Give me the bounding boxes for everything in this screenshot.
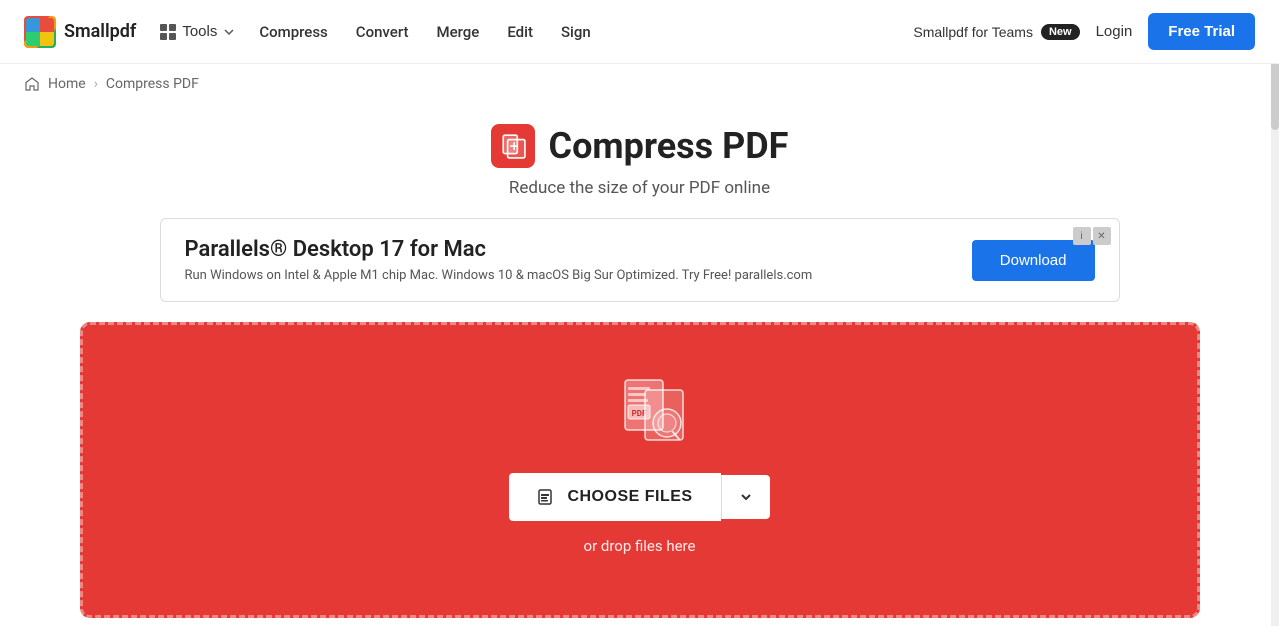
page-subtitle: Reduce the size of your PDF online [509,178,770,198]
nav-links: Compress Convert Merge Edit Sign [259,23,590,41]
scrollbar[interactable] [1271,0,1279,626]
teams-label: Smallpdf for Teams [913,24,1033,40]
login-button[interactable]: Login [1096,23,1133,40]
main-content: Compress PDF Reduce the size of your PDF… [0,104,1279,618]
free-trial-button[interactable]: Free Trial [1148,13,1255,50]
ad-close-button[interactable]: ✕ [1093,227,1111,245]
ad-download-button[interactable]: Download [972,240,1095,281]
ad-title: Parallels® Desktop 17 for Mac [185,237,813,262]
tools-label: Tools [182,23,217,40]
ad-close-buttons: i ✕ [1073,227,1111,245]
ad-content: Parallels® Desktop 17 for Mac Run Window… [185,237,813,283]
navbar-left: Smallpdf Tools Compress Convert Merge Ed… [24,16,591,48]
ad-banner: Parallels® Desktop 17 for Mac Run Window… [160,218,1120,302]
sign-link[interactable]: Sign [561,23,591,41]
ad-info-button[interactable]: i [1073,227,1091,245]
upload-icon [537,487,557,507]
choose-files-label: CHOOSE FILES [567,488,692,506]
home-icon [24,76,40,92]
choose-files-row: CHOOSE FILES [509,473,769,521]
breadcrumb-separator: › [94,76,98,92]
page-title: Compress PDF [549,125,789,167]
breadcrumb: Home › Compress PDF [0,64,1279,104]
compress-pdf-icon [491,124,535,168]
logo-text: Smallpdf [64,21,136,42]
choose-files-dropdown[interactable] [721,475,770,519]
logo[interactable]: Smallpdf [24,16,136,48]
dropdown-chevron-icon [738,489,754,505]
teams-button[interactable]: Smallpdf for Teams New [913,24,1079,40]
merge-link[interactable]: Merge [436,23,479,41]
page-title-section: Compress PDF Reduce the size of your PDF… [491,124,789,198]
logo-icon [24,16,56,48]
edit-link[interactable]: Edit [507,23,533,41]
ad-description: Run Windows on Intel & Apple M1 chip Mac… [185,268,813,283]
choose-files-button[interactable]: CHOOSE FILES [509,473,720,521]
compress-link[interactable]: Compress [259,23,327,41]
navbar: Smallpdf Tools Compress Convert Merge Ed… [0,0,1279,64]
tools-button[interactable]: Tools [160,23,235,40]
new-badge: New [1041,24,1080,40]
drop-text: or drop files here [584,537,696,555]
grid-icon [160,24,176,40]
page-title-row: Compress PDF [491,124,789,168]
convert-link[interactable]: Convert [356,23,409,41]
breadcrumb-current: Compress PDF [106,76,199,92]
navbar-right: Smallpdf for Teams New Login Free Trial [913,13,1255,50]
file-illustration: PDF [595,375,685,445]
drop-zone[interactable]: PDF CHOOSE FILES [80,322,1200,618]
chevron-down-icon [223,26,235,38]
breadcrumb-home[interactable]: Home [48,76,86,92]
